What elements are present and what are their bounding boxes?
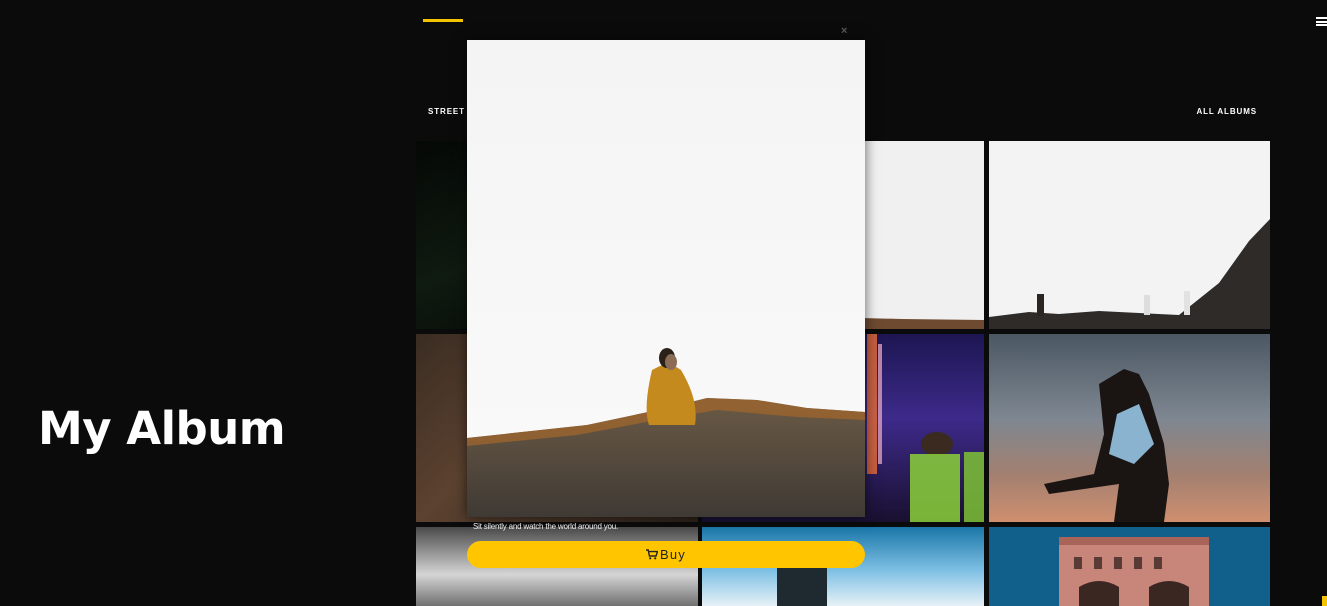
lightbox-image [467,40,865,517]
buy-button-label: Buy [659,547,686,562]
category-link-street[interactable]: STREET [428,107,465,116]
buy-button[interactable]: Buy [467,541,865,568]
photo-tile[interactable] [989,141,1270,329]
scroll-indicator [1322,596,1327,606]
image-caption: Sit silently and watch the world around … [473,522,619,531]
photo-tile-image [1044,369,1169,522]
page-title: My Album [38,402,286,455]
cart-icon [645,549,658,560]
photo-tile[interactable] [989,334,1270,522]
photo-tile-image [989,141,1270,329]
close-icon[interactable]: × [841,25,847,37]
hamburger-menu-icon[interactable] [1316,17,1327,26]
photo-tile-image [1059,537,1209,606]
accent-bar [423,19,463,22]
photo-tile[interactable] [989,527,1270,606]
all-albums-link[interactable]: ALL ALBUMS [1196,107,1257,116]
